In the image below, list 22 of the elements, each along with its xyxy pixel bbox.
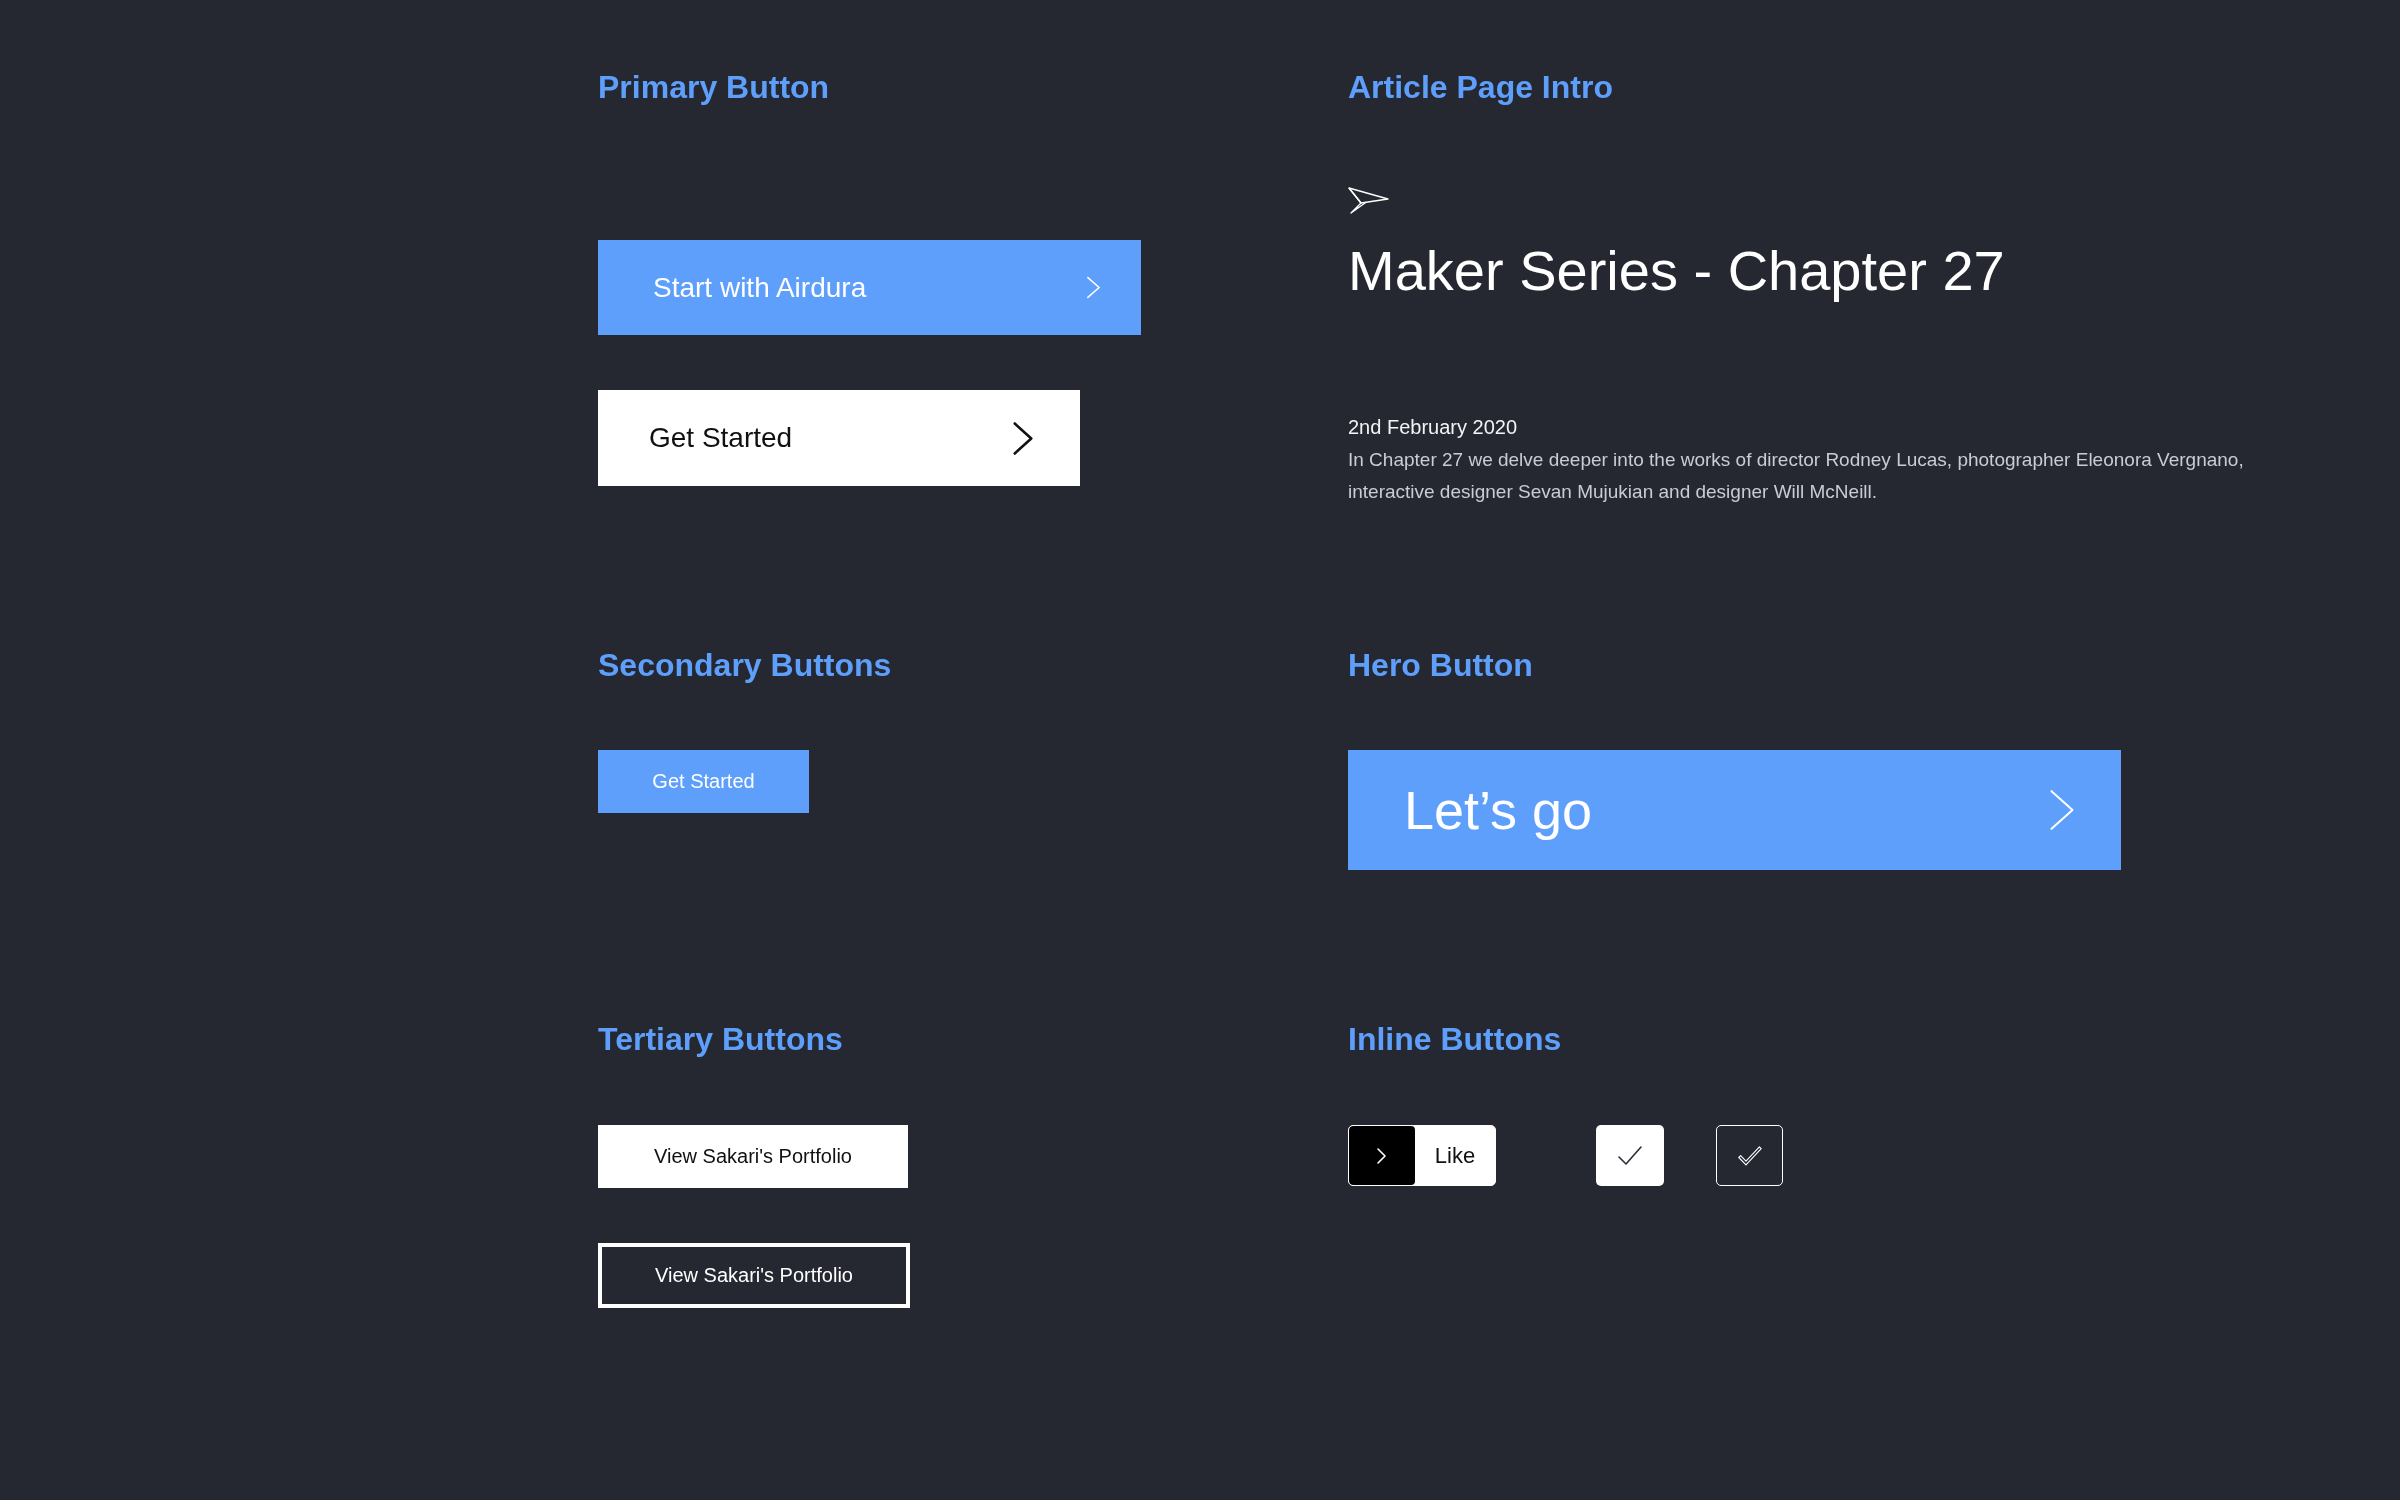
check-icon [1618, 1145, 1642, 1166]
chevron-icon [2048, 788, 2076, 832]
check-button[interactable] [1716, 1125, 1783, 1186]
article-date: 2nd February 2020 [1348, 415, 1517, 440]
chevron-icon [1349, 1126, 1415, 1185]
article-summary: In Chapter 27 we delve deeper into the works of director Rodney Lucas, photographer Eleonora Vergnano, interactive designer Sevan Mujukian and designer Will McNeill. [1348, 448, 2245, 504]
tertiary-button[interactable]: View Sakari's Portfolio [598, 1125, 908, 1188]
section-heading: Inline Buttons [1348, 1021, 1562, 1058]
primary-button[interactable]: Get Started [598, 390, 1080, 486]
check-button[interactable] [1596, 1125, 1664, 1186]
chevron-icon [1086, 276, 1101, 299]
section-heading: Article Page Intro [1348, 69, 1613, 106]
chevron-icon [1012, 420, 1034, 456]
like-button[interactable]: Like [1348, 1125, 1496, 1186]
section-heading: Tertiary Buttons [598, 1021, 843, 1058]
paper-plane-icon [1348, 184, 1389, 214]
tertiary-button[interactable]: View Sakari's Portfolio [598, 1243, 910, 1308]
section-heading: Secondary Buttons [598, 647, 892, 684]
section-heading: Primary Button [598, 69, 830, 106]
check-icon [1737, 1145, 1762, 1166]
article-title: Maker Series - Chapter 27 [1348, 238, 2005, 304]
section-heading: Hero Button [1348, 647, 1533, 684]
